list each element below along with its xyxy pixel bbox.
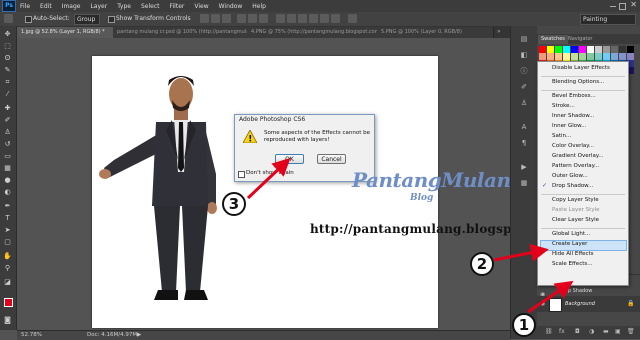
callout-badge-3: 3 — [222, 192, 246, 216]
callout-badge-2: 2 — [470, 252, 494, 276]
callout-arrows — [246, 157, 574, 314]
callout-badge-1: 1 — [512, 313, 536, 337]
arrow-1 — [527, 280, 574, 314]
arrow-3 — [246, 157, 291, 200]
arrow-2 — [493, 243, 549, 262]
